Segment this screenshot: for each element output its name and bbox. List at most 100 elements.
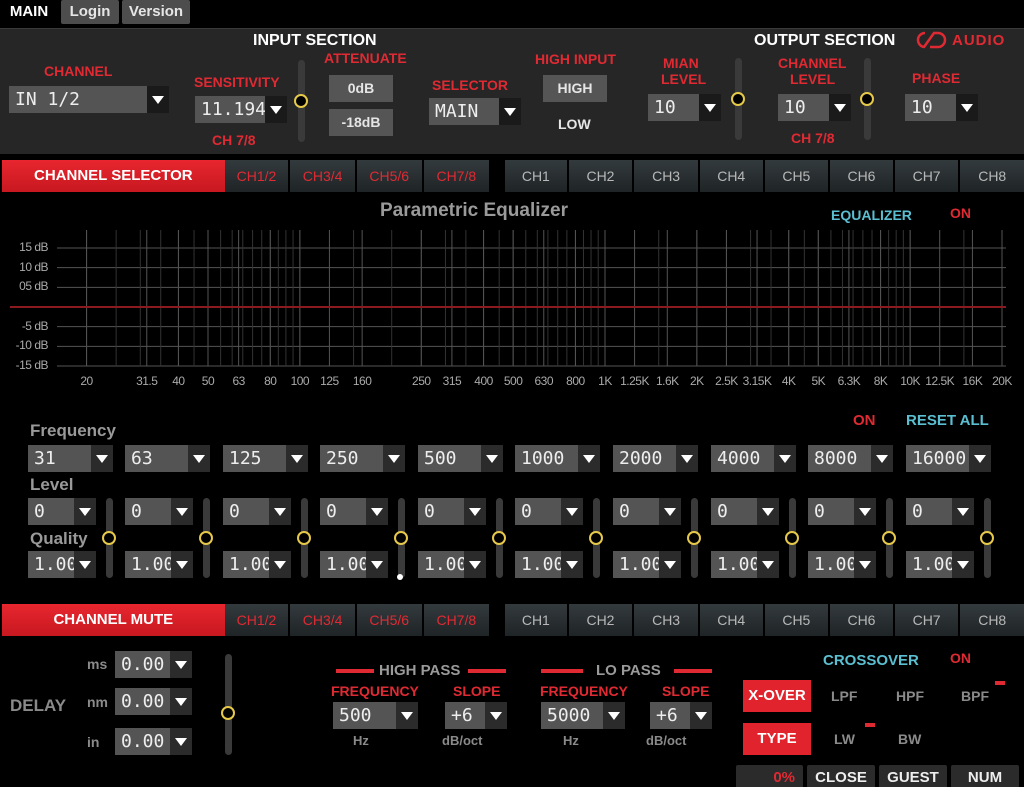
chevron-down-icon[interactable] [659, 551, 681, 578]
channel-selector-ch5[interactable]: CH5 [764, 160, 831, 192]
channel-mute-ch2[interactable]: CH2 [568, 604, 635, 636]
chevron-down-icon[interactable] [499, 98, 521, 125]
chevron-down-icon[interactable] [690, 702, 712, 729]
band-1-frequency-select[interactable]: 31 [28, 445, 113, 472]
chevron-down-icon[interactable] [366, 498, 388, 525]
chevron-down-icon[interactable] [561, 498, 583, 525]
chevron-down-icon[interactable] [757, 498, 779, 525]
crossover-lpf-option[interactable]: LPF [831, 688, 857, 704]
chevron-down-icon[interactable] [871, 445, 893, 472]
close-button[interactable]: CLOSE [807, 765, 875, 787]
chevron-down-icon[interactable] [170, 688, 192, 715]
chevron-down-icon[interactable] [147, 86, 169, 113]
high-pass-slope-select[interactable]: +6 [445, 702, 507, 729]
chevron-down-icon[interactable] [757, 551, 779, 578]
crossover-hpf-option[interactable]: HPF [896, 688, 924, 704]
band-10-frequency-select[interactable]: 16000 [906, 445, 991, 472]
band-1-gain-slider-knob[interactable] [102, 531, 116, 545]
chevron-down-icon[interactable] [561, 551, 583, 578]
chevron-down-icon[interactable] [485, 702, 507, 729]
chevron-down-icon[interactable] [659, 498, 681, 525]
chevron-down-icon[interactable] [171, 551, 193, 578]
chevron-down-icon[interactable] [774, 445, 796, 472]
band-2-frequency-select[interactable]: 63 [125, 445, 210, 472]
crossover-bpf-option[interactable]: BPF [961, 688, 989, 704]
band-4-gain-slider-knob[interactable] [394, 531, 408, 545]
sensitivity-slider-knob[interactable] [294, 94, 308, 108]
channel-mute-ch1[interactable]: CH1 [505, 604, 569, 636]
band-3-level-select[interactable]: 0 [223, 498, 291, 525]
band-4-quality-select[interactable]: 1.00 [320, 551, 388, 578]
band-9-frequency-select[interactable]: 8000 [808, 445, 893, 472]
band-6-frequency-select[interactable]: 1000 [515, 445, 600, 472]
chevron-down-icon[interactable] [952, 551, 974, 578]
attenuate-0db-button[interactable]: 0dB [329, 75, 393, 102]
delay-ms-select[interactable]: 0.00 [115, 651, 192, 678]
band-8-frequency-select[interactable]: 4000 [711, 445, 796, 472]
chevron-down-icon[interactable] [829, 94, 851, 121]
sensitivity-select[interactable]: 11.194 [195, 96, 287, 123]
channel-mute-ch5-6[interactable]: CH5/6 [356, 604, 424, 636]
chevron-down-icon[interactable] [74, 551, 96, 578]
channel-mute-ch7-8[interactable]: CH7/8 [423, 604, 492, 636]
channel-mute-ch6[interactable]: CH6 [830, 604, 895, 636]
tab-main[interactable]: MAIN [0, 0, 58, 24]
band-5-level-select[interactable]: 0 [418, 498, 486, 525]
channel-level-slider-knob[interactable] [860, 92, 874, 106]
main-level-slider-knob[interactable] [731, 92, 745, 106]
band-6-quality-select[interactable]: 1.00 [515, 551, 583, 578]
band-7-level-select[interactable]: 0 [613, 498, 681, 525]
channel-selector-ch3-4[interactable]: CH3/4 [290, 160, 357, 192]
channel-mute-ch3-4[interactable]: CH3/4 [290, 604, 357, 636]
chevron-down-icon[interactable] [265, 96, 287, 123]
x-over-button[interactable]: X-OVER [743, 680, 811, 712]
channel-mute-ch5[interactable]: CH5 [764, 604, 831, 636]
band-3-quality-select[interactable]: 1.00 [223, 551, 291, 578]
band-5-quality-select[interactable]: 1.00 [418, 551, 486, 578]
chevron-down-icon[interactable] [956, 94, 978, 121]
band-8-quality-select[interactable]: 1.00 [711, 551, 779, 578]
chevron-down-icon[interactable] [188, 445, 210, 472]
band-9-level-select[interactable]: 0 [808, 498, 876, 525]
eq-bands-on-toggle[interactable]: ON [853, 412, 876, 429]
chevron-down-icon[interactable] [383, 445, 405, 472]
channel-selector-ch7[interactable]: CH7 [894, 160, 961, 192]
tab-version[interactable]: Version [122, 0, 190, 24]
chevron-down-icon[interactable] [603, 702, 625, 729]
chevron-down-icon[interactable] [464, 551, 486, 578]
delay-slider-knob[interactable] [221, 706, 235, 720]
guest-button[interactable]: GUEST [879, 765, 947, 787]
channel-select[interactable]: IN 1/2 [9, 86, 169, 113]
high-input-low-button[interactable]: LOW [558, 116, 591, 132]
channel-selector-ch6[interactable]: CH6 [830, 160, 895, 192]
chevron-down-icon[interactable] [464, 498, 486, 525]
band-3-frequency-select[interactable]: 125 [223, 445, 308, 472]
band-7-frequency-select[interactable]: 2000 [613, 445, 698, 472]
chevron-down-icon[interactable] [366, 551, 388, 578]
crossover-on-toggle[interactable]: ON [950, 650, 971, 666]
band-7-gain-slider-knob[interactable] [687, 531, 701, 545]
chevron-down-icon[interactable] [269, 498, 291, 525]
chevron-down-icon[interactable] [854, 551, 876, 578]
band-5-frequency-select[interactable]: 500 [418, 445, 503, 472]
crossover-bw-option[interactable]: BW [898, 731, 921, 747]
lo-pass-frequency-select[interactable]: 5000 [541, 702, 625, 729]
band-3-gain-slider-knob[interactable] [297, 531, 311, 545]
crossover-lw-option[interactable]: LW [834, 731, 855, 747]
channel-mute-ch7[interactable]: CH7 [894, 604, 961, 636]
channel-selector-ch8[interactable]: CH8 [960, 160, 1024, 192]
equalizer-on-toggle[interactable]: ON [950, 205, 971, 221]
tab-login[interactable]: Login [61, 0, 119, 24]
channel-mute-ch8[interactable]: CH8 [960, 604, 1024, 636]
band-4-level-select[interactable]: 0 [320, 498, 388, 525]
attenuate-18db-button[interactable]: -18dB [329, 109, 393, 136]
delay-slider-track[interactable] [225, 654, 232, 755]
channel-selector-ch5-6[interactable]: CH5/6 [356, 160, 424, 192]
channel-selector-ch3[interactable]: CH3 [634, 160, 700, 192]
band-2-level-select[interactable]: 0 [125, 498, 193, 525]
chevron-down-icon[interactable] [481, 445, 503, 472]
chevron-down-icon[interactable] [269, 551, 291, 578]
chevron-down-icon[interactable] [170, 728, 192, 755]
chevron-down-icon[interactable] [396, 702, 418, 729]
channel-selector-ch7-8[interactable]: CH7/8 [423, 160, 492, 192]
